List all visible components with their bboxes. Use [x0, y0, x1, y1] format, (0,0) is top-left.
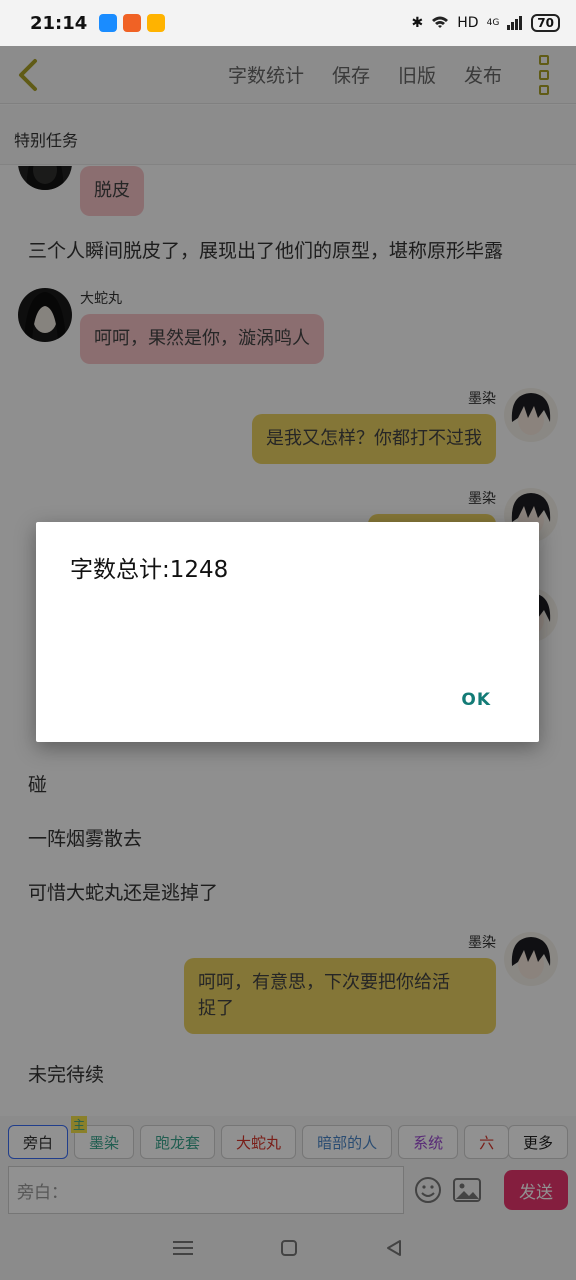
app-notification-icon: [123, 14, 142, 32]
wifi-icon: [432, 16, 449, 28]
app-notification-icon: [99, 14, 118, 32]
app-notification-icon: [147, 14, 166, 32]
status-time: 21:14: [30, 12, 88, 34]
word-count-dialog: 字数总计:1248 OK: [36, 522, 539, 742]
dialog-message: 字数总计:1248: [70, 557, 229, 583]
signal-icon: [507, 16, 523, 30]
ok-button[interactable]: OK: [461, 690, 491, 710]
status-icons: ✱ HD 4G 70: [412, 14, 560, 32]
network-type: HD: [457, 15, 479, 31]
signal-label: 4G: [486, 18, 500, 28]
battery-indicator: 70: [531, 14, 560, 32]
status-bar: 21:14 ✱ HD 4G 70: [0, 0, 576, 46]
bluetooth-icon: ✱: [411, 15, 424, 31]
